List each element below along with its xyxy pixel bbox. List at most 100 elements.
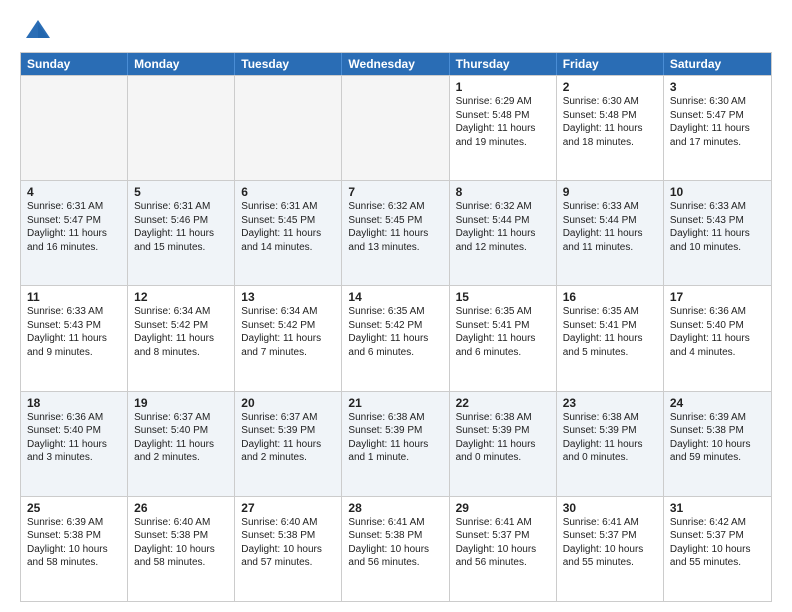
- cell-info: Sunrise: 6:38 AM Sunset: 5:39 PM Dayligh…: [456, 411, 550, 465]
- cell-info: Sunrise: 6:34 AM Sunset: 5:42 PM Dayligh…: [134, 305, 228, 359]
- day-number: 30: [563, 501, 657, 515]
- cal-cell-0-5: 2Sunrise: 6:30 AM Sunset: 5:48 PM Daylig…: [557, 76, 664, 180]
- cell-info: Sunrise: 6:40 AM Sunset: 5:38 PM Dayligh…: [134, 516, 228, 570]
- cal-cell-0-6: 3Sunrise: 6:30 AM Sunset: 5:47 PM Daylig…: [664, 76, 771, 180]
- calendar-row-4: 25Sunrise: 6:39 AM Sunset: 5:38 PM Dayli…: [21, 496, 771, 601]
- day-number: 26: [134, 501, 228, 515]
- day-number: 20: [241, 396, 335, 410]
- cal-cell-4-6: 31Sunrise: 6:42 AM Sunset: 5:37 PM Dayli…: [664, 497, 771, 601]
- cell-info: Sunrise: 6:42 AM Sunset: 5:37 PM Dayligh…: [670, 516, 765, 570]
- cell-info: Sunrise: 6:39 AM Sunset: 5:38 PM Dayligh…: [670, 411, 765, 465]
- cal-cell-3-1: 19Sunrise: 6:37 AM Sunset: 5:40 PM Dayli…: [128, 392, 235, 496]
- header: [20, 16, 772, 44]
- calendar-row-1: 4Sunrise: 6:31 AM Sunset: 5:47 PM Daylig…: [21, 180, 771, 285]
- day-number: 9: [563, 185, 657, 199]
- day-number: 10: [670, 185, 765, 199]
- day-number: 7: [348, 185, 442, 199]
- cell-info: Sunrise: 6:37 AM Sunset: 5:40 PM Dayligh…: [134, 411, 228, 465]
- cell-info: Sunrise: 6:36 AM Sunset: 5:40 PM Dayligh…: [27, 411, 121, 465]
- cal-cell-2-6: 17Sunrise: 6:36 AM Sunset: 5:40 PM Dayli…: [664, 286, 771, 390]
- header-day-sunday: Sunday: [21, 53, 128, 75]
- header-day-monday: Monday: [128, 53, 235, 75]
- cell-info: Sunrise: 6:39 AM Sunset: 5:38 PM Dayligh…: [27, 516, 121, 570]
- cal-cell-2-0: 11Sunrise: 6:33 AM Sunset: 5:43 PM Dayli…: [21, 286, 128, 390]
- cell-info: Sunrise: 6:31 AM Sunset: 5:47 PM Dayligh…: [27, 200, 121, 254]
- cal-cell-2-5: 16Sunrise: 6:35 AM Sunset: 5:41 PM Dayli…: [557, 286, 664, 390]
- cell-info: Sunrise: 6:33 AM Sunset: 5:44 PM Dayligh…: [563, 200, 657, 254]
- cell-info: Sunrise: 6:41 AM Sunset: 5:37 PM Dayligh…: [456, 516, 550, 570]
- day-number: 25: [27, 501, 121, 515]
- day-number: 1: [456, 80, 550, 94]
- cell-info: Sunrise: 6:31 AM Sunset: 5:45 PM Dayligh…: [241, 200, 335, 254]
- day-number: 17: [670, 290, 765, 304]
- cal-cell-1-0: 4Sunrise: 6:31 AM Sunset: 5:47 PM Daylig…: [21, 181, 128, 285]
- cal-cell-0-1: [128, 76, 235, 180]
- day-number: 18: [27, 396, 121, 410]
- cal-cell-3-0: 18Sunrise: 6:36 AM Sunset: 5:40 PM Dayli…: [21, 392, 128, 496]
- cell-info: Sunrise: 6:32 AM Sunset: 5:45 PM Dayligh…: [348, 200, 442, 254]
- day-number: 12: [134, 290, 228, 304]
- cell-info: Sunrise: 6:32 AM Sunset: 5:44 PM Dayligh…: [456, 200, 550, 254]
- calendar-header: SundayMondayTuesdayWednesdayThursdayFrid…: [21, 53, 771, 75]
- cal-cell-1-5: 9Sunrise: 6:33 AM Sunset: 5:44 PM Daylig…: [557, 181, 664, 285]
- day-number: 3: [670, 80, 765, 94]
- day-number: 27: [241, 501, 335, 515]
- day-number: 22: [456, 396, 550, 410]
- cell-info: Sunrise: 6:36 AM Sunset: 5:40 PM Dayligh…: [670, 305, 765, 359]
- calendar-body: 1Sunrise: 6:29 AM Sunset: 5:48 PM Daylig…: [21, 75, 771, 601]
- cal-cell-3-3: 21Sunrise: 6:38 AM Sunset: 5:39 PM Dayli…: [342, 392, 449, 496]
- cal-cell-3-6: 24Sunrise: 6:39 AM Sunset: 5:38 PM Dayli…: [664, 392, 771, 496]
- day-number: 28: [348, 501, 442, 515]
- day-number: 15: [456, 290, 550, 304]
- cal-cell-4-2: 27Sunrise: 6:40 AM Sunset: 5:38 PM Dayli…: [235, 497, 342, 601]
- cal-cell-0-3: [342, 76, 449, 180]
- cell-info: Sunrise: 6:41 AM Sunset: 5:38 PM Dayligh…: [348, 516, 442, 570]
- cal-cell-0-0: [21, 76, 128, 180]
- day-number: 8: [456, 185, 550, 199]
- calendar-row-0: 1Sunrise: 6:29 AM Sunset: 5:48 PM Daylig…: [21, 75, 771, 180]
- day-number: 5: [134, 185, 228, 199]
- cell-info: Sunrise: 6:29 AM Sunset: 5:48 PM Dayligh…: [456, 95, 550, 149]
- cal-cell-0-4: 1Sunrise: 6:29 AM Sunset: 5:48 PM Daylig…: [450, 76, 557, 180]
- cell-info: Sunrise: 6:34 AM Sunset: 5:42 PM Dayligh…: [241, 305, 335, 359]
- day-number: 16: [563, 290, 657, 304]
- day-number: 13: [241, 290, 335, 304]
- cal-cell-2-1: 12Sunrise: 6:34 AM Sunset: 5:42 PM Dayli…: [128, 286, 235, 390]
- cell-info: Sunrise: 6:33 AM Sunset: 5:43 PM Dayligh…: [670, 200, 765, 254]
- day-number: 19: [134, 396, 228, 410]
- header-day-saturday: Saturday: [664, 53, 771, 75]
- header-day-thursday: Thursday: [450, 53, 557, 75]
- day-number: 21: [348, 396, 442, 410]
- header-day-wednesday: Wednesday: [342, 53, 449, 75]
- header-day-friday: Friday: [557, 53, 664, 75]
- day-number: 31: [670, 501, 765, 515]
- cal-cell-2-3: 14Sunrise: 6:35 AM Sunset: 5:42 PM Dayli…: [342, 286, 449, 390]
- cell-info: Sunrise: 6:30 AM Sunset: 5:48 PM Dayligh…: [563, 95, 657, 149]
- cell-info: Sunrise: 6:41 AM Sunset: 5:37 PM Dayligh…: [563, 516, 657, 570]
- cell-info: Sunrise: 6:38 AM Sunset: 5:39 PM Dayligh…: [563, 411, 657, 465]
- cell-info: Sunrise: 6:30 AM Sunset: 5:47 PM Dayligh…: [670, 95, 765, 149]
- cal-cell-4-4: 29Sunrise: 6:41 AM Sunset: 5:37 PM Dayli…: [450, 497, 557, 601]
- cal-cell-4-5: 30Sunrise: 6:41 AM Sunset: 5:37 PM Dayli…: [557, 497, 664, 601]
- cal-cell-4-0: 25Sunrise: 6:39 AM Sunset: 5:38 PM Dayli…: [21, 497, 128, 601]
- page: SundayMondayTuesdayWednesdayThursdayFrid…: [0, 0, 792, 612]
- cal-cell-1-1: 5Sunrise: 6:31 AM Sunset: 5:46 PM Daylig…: [128, 181, 235, 285]
- day-number: 24: [670, 396, 765, 410]
- cal-cell-1-2: 6Sunrise: 6:31 AM Sunset: 5:45 PM Daylig…: [235, 181, 342, 285]
- calendar: SundayMondayTuesdayWednesdayThursdayFrid…: [20, 52, 772, 602]
- cell-info: Sunrise: 6:40 AM Sunset: 5:38 PM Dayligh…: [241, 516, 335, 570]
- calendar-row-2: 11Sunrise: 6:33 AM Sunset: 5:43 PM Dayli…: [21, 285, 771, 390]
- cell-info: Sunrise: 6:31 AM Sunset: 5:46 PM Dayligh…: [134, 200, 228, 254]
- cal-cell-2-4: 15Sunrise: 6:35 AM Sunset: 5:41 PM Dayli…: [450, 286, 557, 390]
- cell-info: Sunrise: 6:35 AM Sunset: 5:41 PM Dayligh…: [456, 305, 550, 359]
- day-number: 4: [27, 185, 121, 199]
- calendar-row-3: 18Sunrise: 6:36 AM Sunset: 5:40 PM Dayli…: [21, 391, 771, 496]
- day-number: 23: [563, 396, 657, 410]
- cell-info: Sunrise: 6:37 AM Sunset: 5:39 PM Dayligh…: [241, 411, 335, 465]
- logo-icon: [24, 16, 52, 44]
- logo: [20, 16, 52, 44]
- cal-cell-3-2: 20Sunrise: 6:37 AM Sunset: 5:39 PM Dayli…: [235, 392, 342, 496]
- cal-cell-4-1: 26Sunrise: 6:40 AM Sunset: 5:38 PM Dayli…: [128, 497, 235, 601]
- day-number: 29: [456, 501, 550, 515]
- cal-cell-1-6: 10Sunrise: 6:33 AM Sunset: 5:43 PM Dayli…: [664, 181, 771, 285]
